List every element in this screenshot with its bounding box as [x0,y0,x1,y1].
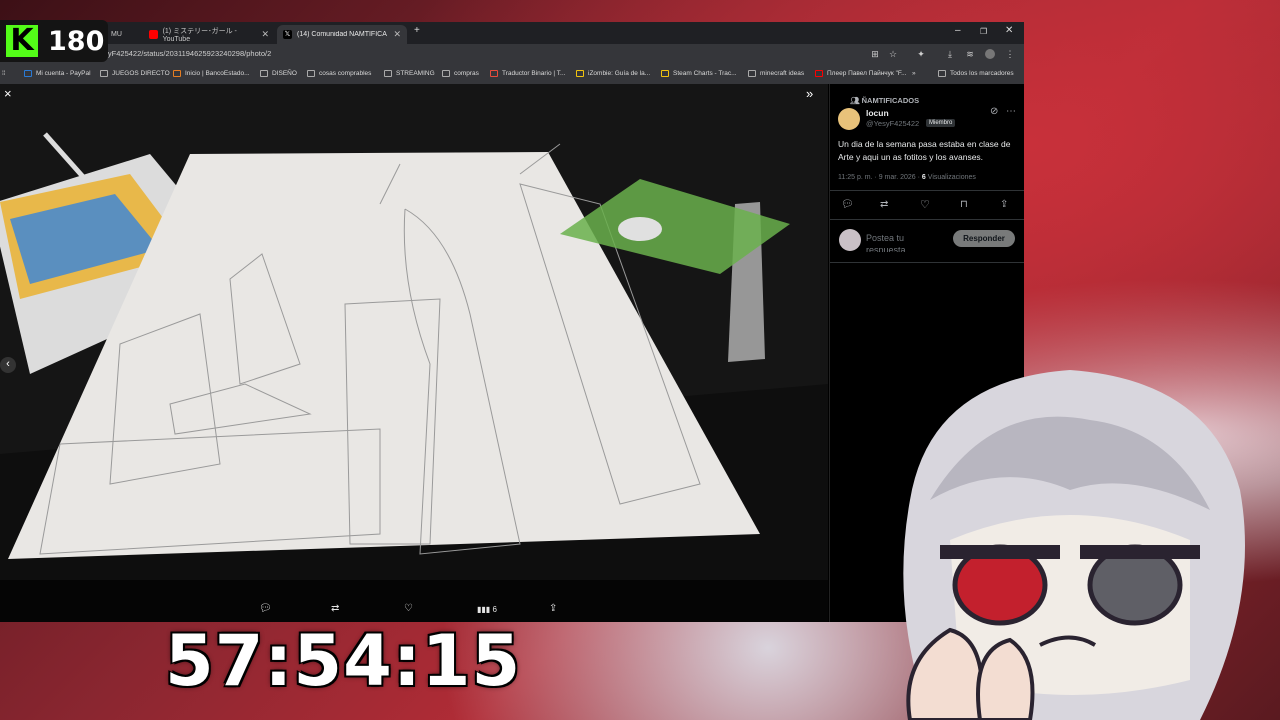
apps-grid-icon[interactable]: ⁞⁞ [2,70,6,77]
extensions-icon[interactable]: ✦ [916,49,926,59]
views-label: Visualizaciones [925,174,976,181]
tab-mu[interactable]: MU [105,25,135,44]
reply-input[interactable]: Postea tu respuesta [866,232,936,252]
url-field[interactable]: esyF425422/status/2031194625923240298/ph… [100,49,271,58]
author-name[interactable]: locun [866,108,889,118]
reply-icon[interactable]: 💬︎ [259,603,272,614]
author-handle[interactable]: @YesyF425422 [866,119,919,128]
x-logo-icon: 𝕏 [283,30,292,39]
bookmark-paypal[interactable]: Mi cuenta - PayPal [24,70,91,77]
divider [830,262,1024,263]
stream-timer: 57:54:15 [165,620,522,702]
bookmarks-overflow-icon[interactable]: » [912,70,916,77]
photo-action-bar: 💬︎ ⇄ ♡ ▮▮▮ 6 ⇪ [0,580,828,622]
tab-label: (1) ミステリー･ガール - YouTube [162,28,237,43]
post-meta: 11:25 p. m. · 9 mar. 2026 · 6 Visualizac… [838,174,976,181]
previous-photo-icon[interactable]: ‹ [0,357,16,373]
expand-panel-icon[interactable]: » [806,86,813,101]
divider [830,190,1024,191]
youtube-icon [149,30,158,39]
views-icon[interactable]: ▮▮▮ 6 [477,605,497,614]
share-icon[interactable]: ⇪ [1000,199,1008,210]
bookmark-juegos[interactable]: JUEGOS DIRECTO [100,70,170,77]
grok-icon[interactable]: ⊘ [990,106,998,117]
community-name[interactable]: 👥︎ ÑAMTIFICADOS [850,96,919,105]
bookmark-compras[interactable]: compras [442,70,479,77]
bookmark-diseno[interactable]: DISEÑO [260,70,297,77]
user-avatar [839,229,861,251]
bookmark-traductor[interactable]: Traductor Binario | T... [490,70,565,77]
bookmark-star-icon[interactable]: ☆ [888,49,898,59]
bookmark-izombie[interactable]: iZombie: Guía de la... [576,70,650,77]
repost-icon[interactable]: ⇄ [880,199,888,210]
address-bar: esyF425422/status/2031194625923240298/ph… [0,44,1024,66]
share-icon[interactable]: ⇪ [549,603,557,614]
all-bookmarks[interactable]: Todos los marcadores [938,70,1014,77]
viewer-count: 180 [48,26,105,57]
community-icon: 👥︎ [850,96,862,105]
more-options-icon[interactable]: ⋯ [1006,106,1016,117]
vtuber-avatar [903,370,1245,720]
tab-bar: MU (1) ミステリー･ガール - YouTube ✕ 𝕏 (14) Comu… [0,22,1024,44]
profile-avatar-icon[interactable] [985,49,995,59]
views-count: 6 [492,605,497,614]
bookmark-minecraft[interactable]: minecraft ideas [748,70,804,77]
tab-comunidad[interactable]: 𝕏 (14) Comunidad ÑAMTIFICADO ✕ [277,25,407,44]
tab-youtube[interactable]: (1) ミステリー･ガール - YouTube ✕ [143,25,275,44]
close-photo-icon[interactable]: × [4,86,12,101]
like-icon[interactable]: ♡ [404,603,413,614]
bookmark-streaming[interactable]: STREAMING [384,70,435,77]
close-tab-icon[interactable]: ✕ [393,29,401,40]
bookmark-cosas[interactable]: cosas comprables [307,70,371,77]
bookmark-steamcharts[interactable]: Steam Charts - Trac... [661,70,737,77]
viewer-count-overlay: K 180 [0,20,108,62]
repost-icon[interactable]: ⇄ [331,603,339,614]
close-window-icon[interactable]: ✕ [1005,25,1013,36]
reply-button[interactable]: Responder [953,230,1015,247]
post-timestamp: 11:25 p. m. · 9 mar. 2026 · [838,174,922,181]
bookmarks-bar: ⁞⁞ Mi cuenta - PayPal JUEGOS DIRECTO Ini… [0,66,1024,85]
minimize-icon[interactable]: – [955,25,961,36]
restore-icon[interactable]: ❐ [980,27,987,36]
install-icon[interactable]: ⊞ [870,49,880,59]
cast-icon[interactable]: ≋ [965,49,975,59]
bookmark-bancoestado[interactable]: Inicio | BancoEstado... [173,70,250,77]
like-icon[interactable]: ♡ [920,198,930,211]
member-badge: Miembro [926,119,956,127]
bookmark-icon[interactable]: ⊓ [960,199,968,210]
reply-icon[interactable]: 💬︎ [841,199,854,210]
kick-logo-icon: K [6,25,38,57]
photo-viewer: × » ‹ 💬︎ ⇄ ♡ ▮▮▮ 6 ⇪ [0,84,828,622]
close-tab-icon[interactable]: ✕ [261,29,269,40]
tab-label: MU [111,31,122,38]
post-text: Un dia de la semana pasa estaba en clase… [838,139,1011,162]
photo-image [0,84,828,622]
divider [830,219,1024,220]
tab-label: (14) Comunidad ÑAMTIFICADO [297,31,387,38]
bookmark-player[interactable]: Плеер Павел Пайнчук "F... [815,70,907,77]
new-tab-icon[interactable]: + [414,25,420,36]
download-icon[interactable]: ⤓ [945,49,955,59]
author-avatar[interactable] [838,108,860,130]
menu-kebab-icon[interactable]: ⋮ [1005,49,1015,59]
